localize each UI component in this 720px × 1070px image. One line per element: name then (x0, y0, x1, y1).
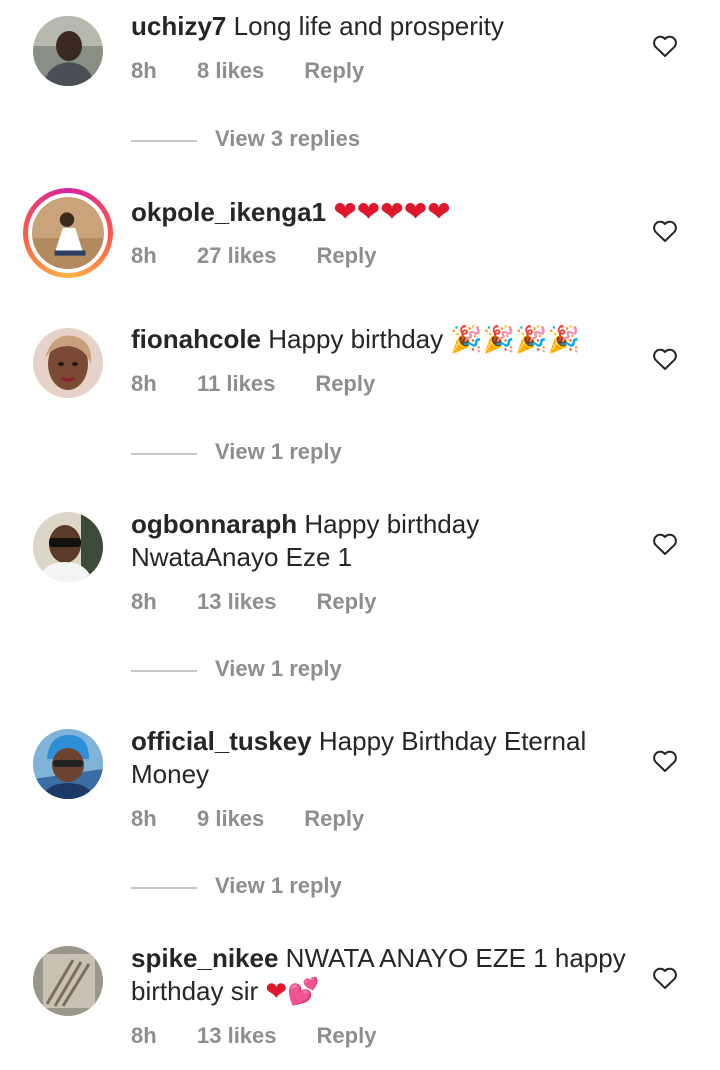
avatar[interactable] (33, 729, 103, 799)
like-heart-icon[interactable] (652, 219, 678, 243)
replies-divider (131, 887, 197, 889)
story-ring (28, 193, 108, 273)
avatar[interactable] (33, 16, 103, 86)
comment-time: 8h (131, 243, 157, 268)
view-replies-label[interactable]: View 3 replies (215, 126, 360, 152)
view-replies-button[interactable]: View 1 reply (131, 439, 431, 469)
view-replies-label[interactable]: View 1 reply (215, 439, 342, 465)
avatar-image (33, 328, 103, 398)
comment-body: Happy birthday (268, 324, 444, 354)
avatar-image (33, 16, 103, 86)
view-replies-button[interactable]: View 1 reply (131, 873, 431, 903)
comment-emoji: 🎉🎉🎉🎉 (450, 325, 580, 355)
avatar-image (33, 729, 103, 799)
comment-text: official_tuskey Happy Birthday Eternal M… (131, 725, 631, 791)
comment-likes[interactable]: 8 likes (197, 58, 264, 84)
avatar-image (33, 512, 103, 582)
like-heart-icon[interactable] (652, 347, 678, 371)
comment-meta: 8h 11 likes Reply (131, 371, 375, 397)
avatar[interactable] (33, 946, 103, 1016)
reply-button[interactable]: Reply (317, 1023, 377, 1049)
like-heart-icon[interactable] (652, 34, 678, 58)
comment-time: 8h (131, 589, 157, 614)
view-replies-button[interactable]: View 1 reply (131, 656, 431, 686)
comment-text: fionahcole Happy birthday 🎉🎉🎉🎉 (131, 323, 631, 357)
comment-meta: 8h 13 likes Reply (131, 1023, 376, 1049)
avatar-image (33, 946, 103, 1016)
comment-likes[interactable]: 11 likes (197, 371, 275, 397)
comment-meta: 8h 27 likes Reply (131, 243, 376, 269)
view-replies-button[interactable]: View 3 replies (131, 126, 431, 156)
like-heart-icon[interactable] (652, 532, 678, 556)
comment-likes[interactable]: 9 likes (197, 806, 264, 832)
comment-text: uchizy7 Long life and prosperity (131, 10, 631, 43)
comment-text: spike_nikee NWATA ANAYO EZE 1 happy birt… (131, 942, 631, 1009)
comment-emoji: ❤❤❤❤❤ (333, 195, 451, 228)
comment-username[interactable]: okpole_ikenga1 (131, 197, 326, 227)
comment-time: 8h (131, 58, 157, 83)
comment-emoji: ❤💕 (265, 977, 320, 1007)
reply-button[interactable]: Reply (315, 371, 375, 397)
reply-button[interactable]: Reply (317, 589, 377, 615)
comment-username[interactable]: fionahcole (131, 324, 261, 354)
replies-divider (131, 140, 197, 142)
reply-button[interactable]: Reply (304, 58, 364, 84)
comment-time: 8h (131, 371, 157, 396)
comment-meta: 8h 9 likes Reply (131, 806, 364, 832)
avatar-image (32, 197, 104, 269)
reply-button[interactable]: Reply (304, 806, 364, 832)
replies-divider (131, 670, 197, 672)
like-heart-icon[interactable] (652, 749, 678, 773)
view-replies-label[interactable]: View 1 reply (215, 656, 342, 682)
avatar[interactable] (33, 328, 103, 398)
comment-username[interactable]: uchizy7 (131, 11, 226, 41)
comment-username[interactable]: official_tuskey (131, 726, 312, 756)
replies-divider (131, 453, 197, 455)
comment-body: Long life and prosperity (233, 11, 504, 41)
reply-button[interactable]: Reply (317, 243, 377, 269)
comment-username[interactable]: spike_nikee (131, 943, 278, 973)
comment-time: 8h (131, 1023, 157, 1048)
comment-text: okpole_ikenga1 ❤❤❤❤❤ (131, 195, 631, 229)
comment-meta: 8h 13 likes Reply (131, 589, 376, 615)
comment-time: 8h (131, 806, 157, 831)
view-replies-label[interactable]: View 1 reply (215, 873, 342, 899)
avatar[interactable] (33, 512, 103, 582)
comment-likes[interactable]: 27 likes (197, 243, 277, 269)
comment-likes[interactable]: 13 likes (197, 589, 277, 615)
comment-meta: 8h 8 likes Reply (131, 58, 364, 84)
comment-likes[interactable]: 13 likes (197, 1023, 277, 1049)
comment-username[interactable]: ogbonnaraph (131, 509, 297, 539)
comment-text: ogbonnaraph Happy birthday NwataAnayo Ez… (131, 508, 631, 574)
like-heart-icon[interactable] (652, 966, 678, 990)
avatar[interactable] (23, 188, 113, 278)
